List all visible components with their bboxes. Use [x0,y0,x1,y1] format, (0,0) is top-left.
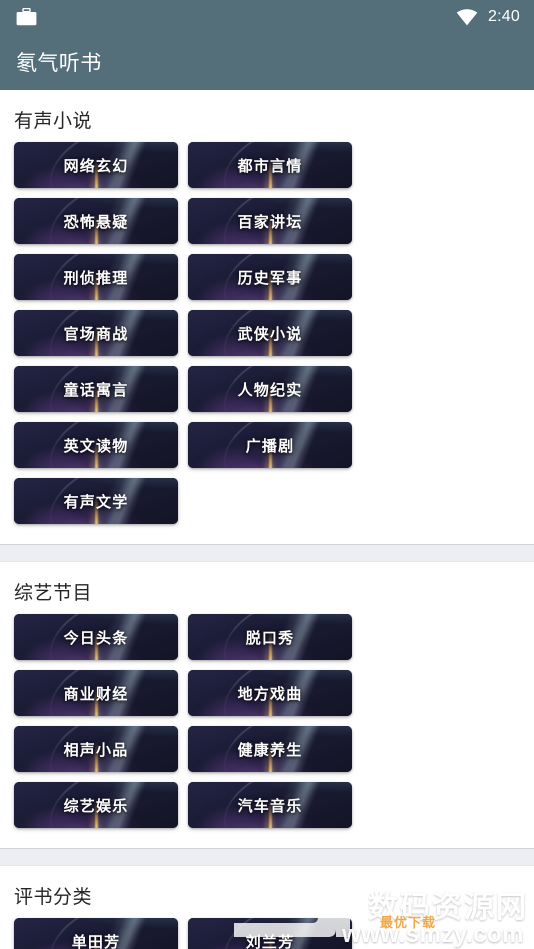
section-divider [0,848,534,866]
app-root: 2:40 氡气听书 有声小说网络玄幻 都市言情恐怖悬疑 百家讲坛刑侦推理 历史军事官场… [0,0,534,949]
briefcase-icon [16,8,37,26]
section-title: 有声小说 [14,111,93,132]
category-section: 有声小说网络玄幻 都市言情恐怖悬疑 百家讲坛刑侦推理 历史军事官场商战 武侠小说童话寓言… [0,90,534,544]
category-section: 评书分类单田芳刘兰芳田连元袁阔成连丽如张少佐田战义孙一关永超马长辉王玥波田芳 [0,866,534,949]
section-title: 综艺节目 [14,583,93,604]
category-tile-label: 健康养生 [237,741,303,759]
category-tile-label: 百家讲坛 [237,213,303,231]
category-section: 综艺节目今日头条 脱口秀商业财经 地方戏曲相声小品 健康养生综艺娱乐 汽车音乐 [0,562,534,848]
category-tile-label: 今日头条 [63,629,129,647]
category-tile[interactable]: 健康养生 [188,726,352,772]
category-tile-label: 英文读物 [63,437,129,455]
category-tile[interactable]: 英文读物 [14,422,178,468]
category-grid: 今日头条 脱口秀商业财经 地方戏曲相声小品 健康养生综艺娱乐 汽车音乐 [0,614,534,838]
category-tile-label: 历史军事 [237,269,303,287]
category-tile[interactable]: 脱口秀 [188,614,352,660]
section-title: 评书分类 [14,887,93,908]
wifi-icon [456,8,478,26]
category-tile[interactable]: 都市言情 [188,142,352,188]
category-tile[interactable]: 恐怖悬疑 [14,198,178,244]
category-tile[interactable]: 有声文学 [14,478,178,524]
category-tile[interactable]: 武侠小说 [188,310,352,356]
category-tile[interactable]: 刘兰芳 [188,918,352,949]
category-tile[interactable]: 刑侦推理 [14,254,178,300]
category-tile-label: 网络玄幻 [63,157,129,175]
section-divider [0,544,534,562]
category-grid: 网络玄幻 都市言情恐怖悬疑 百家讲坛刑侦推理 历史军事官场商战 武侠小说童话寓言 人物纪实… [0,142,534,534]
category-tile-label: 人物纪实 [237,381,303,399]
category-tile[interactable]: 童话寓言 [14,366,178,412]
category-tile[interactable]: 今日头条 [14,614,178,660]
category-tile-label: 商业财经 [63,685,129,703]
status-bar-clock: 2:40 [488,8,520,25]
category-tile[interactable]: 人物纪实 [188,366,352,412]
category-tile-label: 童话寓言 [63,381,129,399]
category-tile[interactable]: 官场商战 [14,310,178,356]
category-tile[interactable]: 汽车音乐 [188,782,352,828]
category-tile[interactable]: 综艺娱乐 [14,782,178,828]
category-tile-label: 综艺娱乐 [63,797,129,815]
category-tile-label: 单田芳 [71,933,121,949]
category-scroll-area[interactable]: 有声小说网络玄幻 都市言情恐怖悬疑 百家讲坛刑侦推理 历史军事官场商战 武侠小说童话寓言… [0,90,534,949]
category-tile-label: 刘兰芳 [245,933,295,949]
category-tile[interactable]: 地方戏曲 [188,670,352,716]
app-title: 氡气听书 [16,52,102,75]
category-tile[interactable]: 广播剧 [188,422,352,468]
category-tile-label: 地方戏曲 [237,685,303,703]
category-tile[interactable]: 单田芳 [14,918,178,949]
status-bar-right: 2:40 [456,9,520,26]
category-tile[interactable]: 商业财经 [14,670,178,716]
status-bar-left [16,8,37,26]
category-tile-label: 恐怖悬疑 [63,213,129,231]
category-tile-label: 都市言情 [237,157,303,175]
app-bar: 氡气听书 [0,34,534,90]
category-tile-label: 脱口秀 [245,629,295,647]
category-tile-label: 武侠小说 [237,325,303,343]
category-tile[interactable]: 历史军事 [188,254,352,300]
category-tile[interactable]: 相声小品 [14,726,178,772]
category-tile-label: 汽车音乐 [237,797,303,815]
category-tile[interactable]: 网络玄幻 [14,142,178,188]
category-tile-label: 官场商战 [63,325,129,343]
category-tile-label: 广播剧 [245,437,295,455]
status-bar: 2:40 [0,0,534,34]
category-tile-label: 相声小品 [63,741,129,759]
category-tile-label: 有声文学 [63,493,129,511]
category-tile[interactable]: 百家讲坛 [188,198,352,244]
category-tile-label: 刑侦推理 [63,269,129,287]
category-grid: 单田芳刘兰芳田连元袁阔成连丽如张少佐田战义孙一关永超马长辉王玥波田芳 [0,918,534,949]
